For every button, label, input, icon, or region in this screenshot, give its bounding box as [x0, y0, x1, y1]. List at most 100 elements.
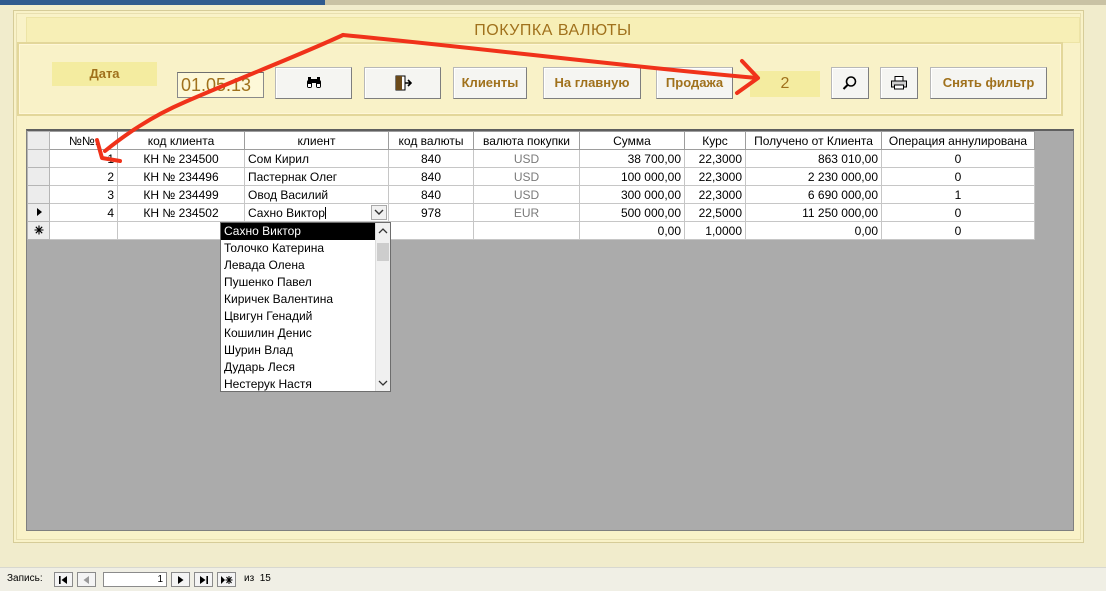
col-header-currency-code[interactable]: код валюты [388, 131, 474, 150]
cell-rate[interactable]: 1,0000 [684, 221, 746, 240]
cell-amount[interactable]: 38 700,00 [579, 149, 685, 168]
cell-received[interactable]: 2 230 000,00 [745, 167, 882, 186]
grid-header-row: №№: код клиента клиент код валюты валюта… [27, 131, 1035, 150]
row-selector[interactable] [27, 167, 50, 186]
cell-currency[interactable]: EUR [473, 203, 580, 222]
record-total: из 15 [244, 573, 271, 584]
col-header-rate[interactable]: Курс [684, 131, 746, 150]
cell-currency-code[interactable]: 840 [388, 185, 474, 204]
cell-cancelled[interactable]: 1 [881, 185, 1035, 204]
cell-num[interactable] [49, 221, 118, 240]
dropdown-item[interactable]: Кошилин Денис [221, 325, 375, 342]
cell-currency-code[interactable]: 978 [388, 203, 474, 222]
cell-rate[interactable]: 22,3000 [684, 167, 746, 186]
cell-received[interactable]: 863 010,00 [745, 149, 882, 168]
dropdown-item[interactable]: Сахно Виктор [221, 223, 375, 240]
cell-amount[interactable]: 300 000,00 [579, 185, 685, 204]
cell-amount[interactable]: 500 000,00 [579, 203, 685, 222]
cell-currency-code[interactable]: 840 [388, 149, 474, 168]
col-header-amount[interactable]: Сумма [579, 131, 685, 150]
col-header-currency[interactable]: валюта покупки [473, 131, 580, 150]
cell-amount[interactable]: 0,00 [579, 221, 685, 240]
cell-currency[interactable]: USD [473, 167, 580, 186]
cell-client[interactable]: Сом Кирил [244, 149, 389, 168]
cell-rate[interactable]: 22,5000 [684, 203, 746, 222]
current-record-field[interactable]: 1 [103, 572, 167, 587]
cell-currency-code[interactable]: 840 [388, 167, 474, 186]
table-row-new[interactable]: 0,00 1,0000 0,00 0 [27, 221, 1035, 240]
last-record-button[interactable] [194, 572, 213, 587]
cell-client-code[interactable]: КН № 234496 [117, 167, 245, 186]
cell-num[interactable]: 3 [49, 185, 118, 204]
scroll-up-button[interactable] [376, 224, 390, 239]
row-selector-current[interactable] [27, 203, 50, 222]
search-button[interactable] [831, 67, 869, 99]
dropdown-item[interactable]: Киричек Валентина [221, 291, 375, 308]
cell-received[interactable]: 0,00 [745, 221, 882, 240]
cell-cancelled[interactable]: 0 [881, 203, 1035, 222]
select-all-corner[interactable] [27, 131, 50, 150]
table-row-current[interactable]: 4 КН № 234502 Сахно Виктор 978 EUR 500 0… [27, 203, 1035, 222]
table-row[interactable]: 1 КН № 234500 Сом Кирил 840 USD 38 700,0… [27, 149, 1035, 168]
dropdown-item[interactable]: Левада Олена [221, 257, 375, 274]
col-header-received[interactable]: Получено от Клиента [745, 131, 882, 150]
dropdown-item[interactable]: Толочко Катерина [221, 240, 375, 257]
col-header-client-code[interactable]: код клиента [117, 131, 245, 150]
home-button[interactable]: На главную [543, 67, 641, 99]
client-dropdown-list[interactable]: Сахно Виктор Толочко Катерина Левада Оле… [220, 222, 391, 392]
prev-record-button[interactable] [77, 572, 96, 587]
table-row[interactable]: 2 КН № 234496 Пастернак Олег 840 USD 100… [27, 167, 1035, 186]
first-record-button[interactable] [54, 572, 73, 587]
sale-button[interactable]: Продажа [656, 67, 733, 99]
cell-currency[interactable]: USD [473, 149, 580, 168]
client-combo-edit[interactable]: Сахно Виктор [244, 203, 389, 222]
dropdown-scrollbar[interactable] [375, 223, 390, 391]
cell-amount[interactable]: 100 000,00 [579, 167, 685, 186]
cell-num[interactable]: 4 [49, 203, 118, 222]
dropdown-item[interactable]: Нестерук Настя [221, 376, 375, 393]
dropdown-item[interactable]: Пушенко Павел [221, 274, 375, 291]
row-selector[interactable] [27, 149, 50, 168]
cell-client[interactable]: Пастернак Олег [244, 167, 389, 186]
dropdown-item[interactable]: Цвигун Генадий [221, 308, 375, 325]
cell-currency[interactable]: USD [473, 185, 580, 204]
exit-button[interactable] [364, 67, 441, 99]
next-record-button[interactable] [171, 572, 190, 587]
find-button[interactable] [275, 67, 352, 99]
new-record-button[interactable] [217, 572, 236, 587]
cell-client-code[interactable]: КН № 234502 [117, 203, 245, 222]
cell-currency-code[interactable] [388, 221, 474, 240]
cell-cancelled[interactable]: 0 [881, 221, 1035, 240]
combo-dropdown-button[interactable] [371, 205, 387, 220]
cell-cancelled[interactable]: 0 [881, 167, 1035, 186]
cell-rate[interactable]: 22,3000 [684, 185, 746, 204]
cell-client[interactable]: Овод Василий [244, 185, 389, 204]
table-row[interactable]: 3 КН № 234499 Овод Василий 840 USD 300 0… [27, 185, 1035, 204]
cell-rate[interactable]: 22,3000 [684, 149, 746, 168]
cell-client-code[interactable]: КН № 234500 [117, 149, 245, 168]
exit-door-icon [395, 75, 412, 91]
clients-button[interactable]: Клиенты [453, 67, 527, 99]
cell-currency[interactable] [473, 221, 580, 240]
first-record-icon [59, 576, 67, 584]
dropdown-item[interactable]: Дударь Леся [221, 359, 375, 376]
cell-cancelled[interactable]: 0 [881, 149, 1035, 168]
cell-num[interactable]: 2 [49, 167, 118, 186]
cell-received[interactable]: 6 690 000,00 [745, 185, 882, 204]
dropdown-item[interactable]: Шурин Влад [221, 342, 375, 359]
clear-filter-button[interactable]: Снять фильтр [930, 67, 1047, 99]
filter-value-field[interactable]: 2 [750, 71, 820, 97]
date-field[interactable]: 01.05.13 [177, 72, 264, 98]
scroll-thumb[interactable] [377, 243, 389, 261]
cell-client-code[interactable]: КН № 234499 [117, 185, 245, 204]
col-header-client[interactable]: клиент [244, 131, 389, 150]
col-header-num[interactable]: №№: [49, 131, 118, 150]
cell-num[interactable]: 1 [49, 149, 118, 168]
row-selector-new[interactable] [27, 221, 50, 240]
col-header-cancelled[interactable]: Операция аннулирована [881, 131, 1035, 150]
next-record-icon [178, 576, 184, 584]
cell-received[interactable]: 11 250 000,00 [745, 203, 882, 222]
row-selector[interactable] [27, 185, 50, 204]
scroll-down-button[interactable] [376, 375, 390, 390]
print-button[interactable] [880, 67, 918, 99]
